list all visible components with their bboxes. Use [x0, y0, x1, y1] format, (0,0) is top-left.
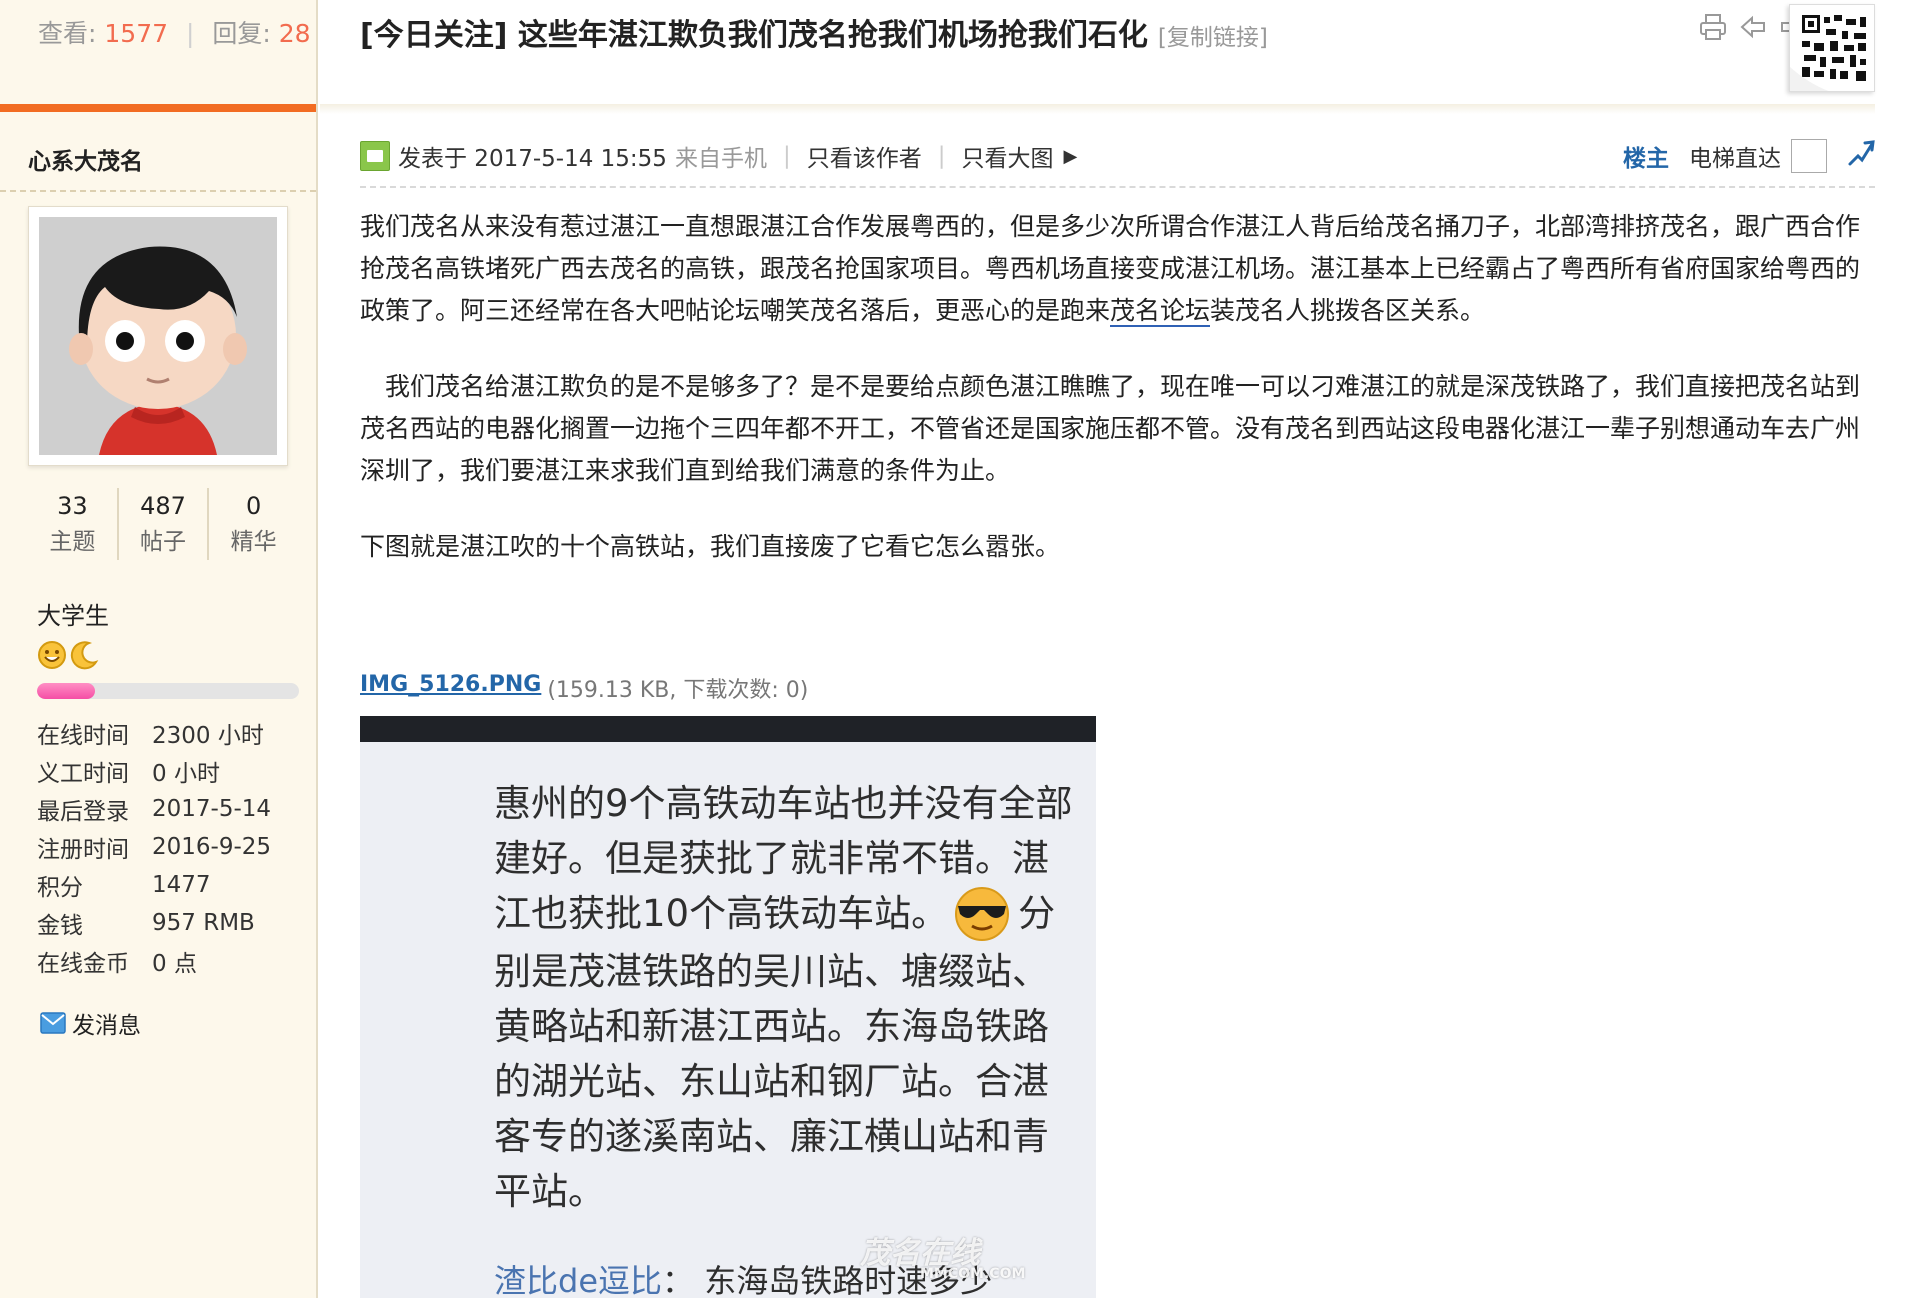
- sidebar-accent-line: [0, 104, 316, 112]
- jump-icon[interactable]: [1847, 139, 1875, 174]
- attachment-link[interactable]: IMG_5126.PNG: [360, 672, 541, 704]
- copy-link-button[interactable]: [复制链接]: [1158, 18, 1268, 52]
- replies-count: 28: [278, 19, 311, 48]
- profile-value: 2017-5-14: [152, 796, 272, 822]
- prev-thread-icon[interactable]: [1737, 12, 1769, 48]
- image-top-strip: [360, 716, 1096, 742]
- mail-icon: [40, 1012, 66, 1034]
- sunglasses-emoji-icon: [955, 886, 1010, 941]
- count-topics[interactable]: 33 主题: [28, 488, 119, 560]
- profile-value: 957 RMB: [152, 910, 255, 936]
- post-image[interactable]: 惠州的9个高铁动车站也并没有全部建好。但是获批了就非常不错。湛江也获批10个高铁…: [360, 716, 1096, 1298]
- level-progress-fill: [37, 683, 95, 699]
- profile-row-last-login: 最后登录 2017-5-14: [37, 790, 271, 828]
- post-text: 装茂名人挑拨各区关系。: [1210, 296, 1486, 325]
- thread-header: [今日关注] 这些年湛江欺负我们茂名抢我们机场抢我们石化 [复制链接]: [360, 10, 1268, 54]
- profile-info: 在线时间 2300 小时 义工时间 0 小时 最后登录 2017-5-14 注册时间 2…: [37, 714, 271, 980]
- watermark-sub: MMCOM.COM: [920, 1266, 1026, 1282]
- floor-navigation: 楼主 电梯直达: [1623, 139, 1875, 174]
- profile-key: 金钱: [37, 913, 83, 939]
- moon-rank-icon: [70, 641, 99, 670]
- level-progress-bar: [37, 683, 299, 699]
- floor-label[interactable]: 楼主: [1623, 139, 1669, 173]
- rank-icons: [37, 640, 99, 670]
- views-count: 1577: [104, 19, 169, 48]
- print-icon[interactable]: [1697, 12, 1729, 48]
- only-author-link[interactable]: 只看该作者: [807, 139, 922, 173]
- replies-label: 回复:: [212, 19, 271, 48]
- from-mobile-label: 来自手机: [674, 146, 767, 172]
- profile-key: 最后登录: [37, 799, 129, 825]
- send-message-link[interactable]: 发消息: [40, 1006, 141, 1040]
- post-body: 我们茂名从来没有惹过湛江一直想跟湛江合作发展粤西的，但是多少次所谓合作湛江人背后…: [360, 206, 1880, 602]
- profile-value: 2300 小时: [152, 723, 264, 749]
- forum-link[interactable]: 茂名论坛: [1110, 296, 1211, 327]
- smile-rank-icon: [38, 641, 66, 669]
- qr-code-icon[interactable]: [1789, 4, 1875, 92]
- profile-value: 1477: [152, 872, 211, 898]
- profile-row-register-time: 注册时间 2016-9-25: [37, 828, 271, 866]
- image-text: 惠州的9个高铁动车站也并没有全部建好。但是获批了就非常不错。湛江也获批10个高铁…: [494, 776, 1084, 1219]
- profile-value: 2016-9-25: [152, 834, 272, 860]
- profile-row-online-time: 在线时间 2300 小时: [37, 714, 271, 752]
- post-paragraph-3: 下图就是湛江吹的十个高铁站，我们直接废了它看它怎么嚣张。: [360, 532, 1061, 561]
- mobile-post-icon: [360, 141, 390, 171]
- digest-label: 精华: [230, 529, 277, 555]
- profile-value: 0 小时: [152, 761, 220, 787]
- profile-key: 在线金币: [37, 951, 129, 977]
- profile-value: 0 点: [152, 951, 197, 977]
- stats-separator: |: [185, 19, 195, 48]
- post-time: 发表于 2017-5-14 15:55: [398, 146, 667, 172]
- profile-key: 注册时间: [37, 837, 129, 863]
- posts-count: 487: [140, 492, 186, 520]
- profile-row-money: 金钱 957 RMB: [37, 904, 271, 942]
- post-main: [今日关注] 这些年湛江欺负我们茂名抢我们机场抢我们石化 [复制链接] 发表于 …: [320, 0, 1875, 1298]
- author-counts: 33 主题 487 帖子 0 精华: [28, 488, 298, 560]
- meta-divider: [360, 186, 1875, 188]
- avatar-image: [39, 217, 277, 455]
- elevator-label: 电梯直达: [1689, 146, 1781, 172]
- profile-row-online-coins: 在线金币 0 点: [37, 942, 271, 980]
- header-divider: [320, 104, 1875, 114]
- post-paragraph-2: 我们茂名给湛江欺负的是不是够多了？是不是要给点颜色湛江瞧瞧了，现在唯一可以刁难湛…: [360, 372, 1861, 485]
- profile-row-points: 积分 1477: [37, 866, 271, 904]
- posts-label: 帖子: [140, 529, 186, 555]
- author-sidebar: 查看: 1577 | 回复: 28 心系大茂名 33 主题 487 帖子 0 精…: [0, 0, 318, 1298]
- views-label: 查看:: [38, 19, 97, 48]
- floor-jump-input[interactable]: [1791, 139, 1827, 173]
- thread-title: [今日关注] 这些年湛江欺负我们茂名抢我们机场抢我们石化: [360, 18, 1148, 53]
- post-paragraph-1: 我们茂名从来没有惹过湛江一直想跟湛江合作发展粤西的，但是多少次所谓合作湛江人背后…: [360, 206, 1880, 332]
- digest-count: 0: [246, 492, 262, 520]
- thread-stats: 查看: 1577 | 回复: 28: [0, 0, 316, 104]
- send-message-label: 发消息: [72, 1013, 141, 1039]
- author-name[interactable]: 心系大茂名: [0, 112, 316, 192]
- post-meta: 发表于 2017-5-14 15:55 来自手机 | 只看该作者 | 只看大图 …: [360, 134, 1875, 178]
- profile-key: 在线时间: [37, 723, 129, 749]
- only-images-link[interactable]: 只看大图: [961, 139, 1053, 173]
- profile-key: 义工时间: [37, 761, 129, 787]
- profile-row-volunteer-time: 义工时间 0 小时: [37, 752, 271, 790]
- count-digest[interactable]: 0 精华: [209, 488, 298, 560]
- count-posts[interactable]: 487 帖子: [119, 488, 210, 560]
- reply-username: 渣比de逗比: [494, 1262, 663, 1298]
- arrow-right-icon[interactable]: ▶: [1063, 146, 1077, 167]
- topics-label: 主题: [49, 529, 96, 555]
- user-rank: 大学生: [37, 602, 109, 630]
- topics-count: 33: [57, 492, 88, 520]
- meta-separator: |: [937, 143, 946, 169]
- avatar[interactable]: [28, 206, 288, 466]
- attachment-info: (159.13 KB, 下载次数: 0): [547, 678, 809, 703]
- profile-key: 积分: [37, 875, 83, 901]
- meta-separator: |: [782, 143, 791, 169]
- attachment: IMG_5126.PNG (159.13 KB, 下载次数: 0): [360, 672, 808, 704]
